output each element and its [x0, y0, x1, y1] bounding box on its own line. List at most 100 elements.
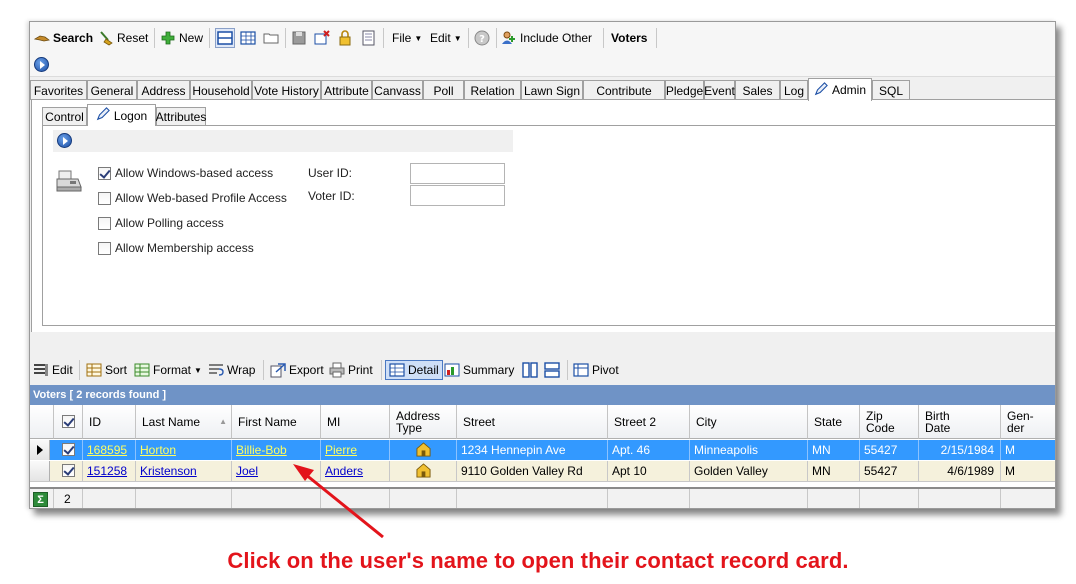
record-id-link[interactable]: 151258 [83, 461, 136, 481]
include-other-button[interactable]: Include Other [501, 28, 592, 48]
tab-label: General [90, 83, 134, 98]
checkbox-option-1[interactable] [98, 167, 111, 180]
header-label-wrap: Birth Date [925, 410, 950, 434]
search-button[interactable]: Search [34, 28, 93, 48]
column-header-id[interactable]: ID [83, 405, 136, 439]
tab-vote-history[interactable]: Vote History [252, 80, 321, 100]
footer-cell [690, 489, 808, 508]
tab-log[interactable]: Log [780, 80, 808, 100]
city-cell: Golden Valley [690, 461, 808, 481]
header-label: State [814, 414, 843, 429]
save-button[interactable] [291, 28, 307, 48]
tab-pledge[interactable]: Pledge [665, 80, 704, 100]
tab-general[interactable]: General [87, 80, 137, 100]
table-row[interactable]: 151258 Kristenson Joel Anders 9110 Golden Va… [30, 461, 1055, 481]
header-label-line: Gen- [1007, 408, 1034, 423]
footer-count: 2 [54, 489, 83, 508]
grid-view-button[interactable] [240, 28, 256, 48]
column-header-address-type[interactable]: Address Type [390, 405, 457, 439]
checkbox-option-3[interactable] [98, 217, 111, 230]
select-all-checkbox[interactable] [62, 415, 75, 428]
row-checkbox[interactable] [62, 464, 75, 477]
subtab-attributes[interactable]: Attributes [156, 107, 206, 125]
detail-button[interactable]: Detail [385, 360, 443, 380]
user-id-input[interactable] [410, 163, 505, 184]
checkbox-option-2[interactable] [98, 192, 111, 205]
checkbox-option-4[interactable] [98, 242, 111, 255]
help-button[interactable]: ? [474, 28, 490, 48]
column-header-city[interactable]: City [690, 405, 808, 439]
row-checkbox[interactable] [62, 443, 75, 456]
pivot-button[interactable]: Pivot [573, 360, 619, 380]
tab-event[interactable]: Event [704, 80, 735, 100]
open-folder-button[interactable] [263, 28, 279, 48]
lock-icon [337, 30, 353, 46]
reset-button[interactable]: Reset [98, 28, 148, 48]
column-header-last-name[interactable]: Last Name ▲ [136, 405, 232, 439]
tab-canvass[interactable]: Canvass [372, 80, 423, 100]
print-button[interactable]: Print [329, 360, 373, 380]
edit-menu[interactable]: Edit ▼ [430, 28, 462, 48]
tab-relation[interactable]: Relation [464, 80, 521, 100]
first-name-link[interactable]: Billie-Bob [232, 440, 321, 460]
last-name-link[interactable]: Horton [136, 440, 232, 460]
play-icon[interactable] [57, 133, 72, 148]
footer-sigma-cell[interactable]: Σ [30, 489, 54, 508]
delete-record-button[interactable] [314, 28, 330, 48]
tab-attribute[interactable]: Attribute [321, 80, 372, 100]
split-vertical-button[interactable] [522, 360, 538, 380]
column-header-zip-code[interactable]: Zip Code [860, 405, 919, 439]
lock-button[interactable] [337, 28, 353, 48]
new-button[interactable]: New [160, 28, 203, 48]
export-icon [270, 362, 286, 378]
street2-cell: Apt. 46 [608, 440, 690, 460]
row-selector[interactable] [30, 461, 50, 481]
notes-button[interactable] [360, 28, 376, 48]
subtab-control[interactable]: Control [42, 107, 87, 125]
column-header-birth-date[interactable]: Birth Date [919, 405, 1001, 439]
tab-label: Sales [742, 83, 773, 98]
grid-toolbar: Edit Sort Format ▼ Wrap Export Print Det… [30, 355, 1055, 384]
row-selector[interactable] [30, 440, 50, 460]
split-horizontal-button[interactable] [544, 360, 560, 380]
column-header-street[interactable]: Street [457, 405, 608, 439]
table-row[interactable]: 168595 Horton Billie-Bob Pierre 1234 Hennepi… [30, 440, 1055, 460]
tab-contribute[interactable]: Contribute [583, 80, 665, 100]
export-button[interactable]: Export [270, 360, 324, 380]
footer-cell [83, 489, 136, 508]
wrap-button[interactable]: Wrap [208, 360, 255, 380]
play-icon[interactable] [34, 57, 49, 72]
tab-label: Attribute [324, 83, 369, 98]
tab-admin[interactable]: Admin [808, 78, 872, 101]
admin-tab-panel: Control Logon Attributes Allow Windows-bas… [31, 100, 1055, 332]
file-menu[interactable]: File ▼ [392, 28, 422, 48]
tab-sales[interactable]: Sales [735, 80, 780, 100]
tab-poll[interactable]: Poll [423, 80, 464, 100]
tab-sql[interactable]: SQL [872, 80, 910, 100]
middle-name-link[interactable]: Pierre [321, 440, 390, 460]
tab-household[interactable]: Household [190, 80, 252, 100]
last-name-link[interactable]: Kristenson [136, 461, 232, 481]
column-header-gen-der[interactable]: Gen-der [1001, 405, 1055, 439]
voter-id-input[interactable] [410, 185, 505, 206]
tab-address[interactable]: Address [137, 80, 190, 100]
summary-button[interactable]: Summary [444, 360, 514, 380]
record-id-link[interactable]: 168595 [83, 440, 136, 460]
toolbar-separator [567, 360, 568, 380]
subtab-logon[interactable]: Logon [87, 104, 156, 126]
format-menu[interactable]: Format ▼ [134, 360, 202, 380]
sort-button[interactable]: Sort [86, 360, 127, 380]
row-checkbox-cell [54, 440, 83, 460]
grid-edit-button[interactable]: Edit [33, 360, 73, 380]
column-header-mi[interactable]: MI [321, 405, 390, 439]
form-view-button[interactable] [215, 28, 235, 48]
tab-lawn-sign[interactable]: Lawn Sign [521, 80, 583, 100]
column-header-street-2[interactable]: Street 2 [608, 405, 690, 439]
column-header-state[interactable]: State [808, 405, 860, 439]
middle-name-link[interactable]: Anders [321, 461, 390, 481]
first-name-link[interactable]: Joel [232, 461, 321, 481]
tab-favorites[interactable]: Favorites [30, 80, 87, 100]
column-header-first-name[interactable]: First Name [232, 405, 321, 439]
user-id-label: User ID: [308, 166, 353, 180]
toolbar-separator [656, 28, 657, 48]
